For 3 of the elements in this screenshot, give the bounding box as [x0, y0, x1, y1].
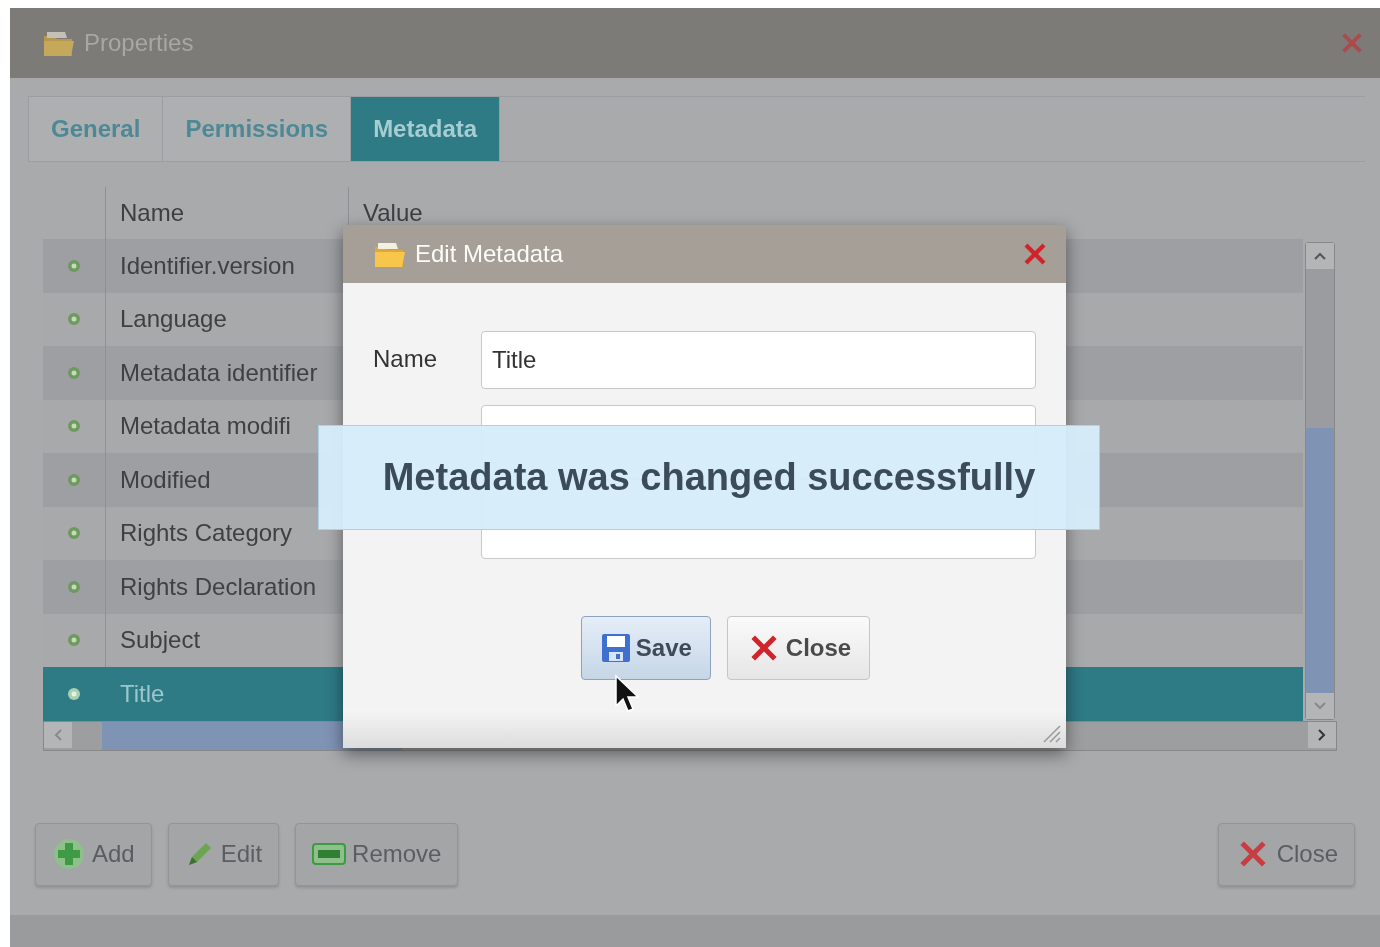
dialog-title: Edit Metadata	[415, 240, 565, 268]
notification-message: Metadata was changed successfully	[382, 456, 1036, 499]
field-label: Name	[373, 344, 439, 373]
